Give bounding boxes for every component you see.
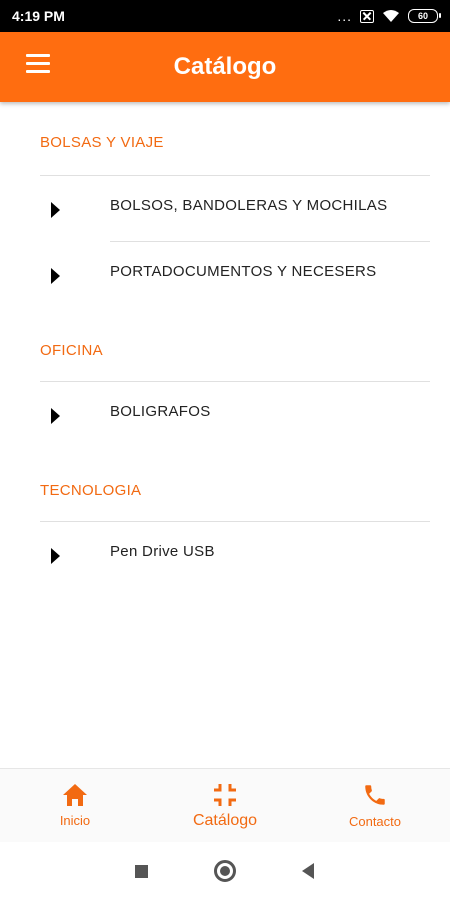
section-tecnologia: TECNOLOGIA <box>0 482 450 499</box>
nav-label: Inicio <box>59 813 91 828</box>
arrow-right-icon <box>51 202 60 218</box>
nav-contacto[interactable]: Contacto <box>300 769 450 842</box>
section-oficina: OFICINA <box>0 342 450 359</box>
section-bolsas-y-viaje: BOLSAS Y VIAJE <box>0 134 450 151</box>
app-bar: Catálogo <box>0 32 450 102</box>
back-button[interactable] <box>288 851 328 891</box>
bottom-navigation: Inicio Catálogo Contacto <box>0 768 450 842</box>
system-navigation <box>0 842 450 900</box>
list-item-label: BOLIGRAFOS <box>110 403 211 420</box>
page-title: Catálogo <box>173 53 277 80</box>
nav-catalogo[interactable]: Catálogo <box>150 769 300 842</box>
circle-icon <box>213 860 236 882</box>
arrow-right-icon <box>51 548 60 564</box>
list-item-portadocumentos[interactable]: PORTADOCUMENTOS Y NECESERS <box>0 242 450 308</box>
back-triangle-icon <box>302 863 315 879</box>
list-item-label: BOLSOS, BANDOLERAS Y MOCHILAS <box>110 197 388 214</box>
collapse-icon <box>214 783 236 806</box>
section-title: OFICINA <box>40 342 103 359</box>
list-item-pen-drive[interactable]: Pen Drive USB <box>0 522 450 588</box>
list-item-label: Pen Drive USB <box>110 543 215 560</box>
overflow-dots: ... <box>337 8 352 24</box>
wifi-icon <box>383 10 399 22</box>
arrow-right-icon <box>51 268 60 284</box>
nav-label: Catálogo <box>192 811 258 829</box>
nav-inicio[interactable]: Inicio <box>0 769 150 842</box>
section-title: TECNOLOGIA <box>40 482 142 499</box>
list-item-boligrafos[interactable]: BOLIGRAFOS <box>0 382 450 448</box>
status-bar: 4:19 PM ... 60 <box>0 0 450 32</box>
hamburger-menu-icon[interactable] <box>22 54 58 84</box>
list-item-bolsos[interactable]: BOLSOS, BANDOLERAS Y MOCHILAS <box>0 176 450 242</box>
status-time: 4:19 PM <box>12 8 65 24</box>
section-title: BOLSAS Y VIAJE <box>40 134 164 151</box>
square-icon <box>135 864 149 878</box>
phone-icon <box>365 785 385 805</box>
recent-apps-button[interactable] <box>122 851 162 891</box>
home-button[interactable] <box>205 851 245 891</box>
sim-off-icon <box>360 9 374 23</box>
battery-icon: 60 <box>408 9 441 23</box>
nav-label: Contacto <box>348 814 402 829</box>
home-icon <box>63 784 87 806</box>
arrow-right-icon <box>51 408 60 424</box>
list-item-label: PORTADOCUMENTOS Y NECESERS <box>110 263 377 280</box>
status-icons: ... 60 <box>337 8 441 24</box>
battery-level: 60 <box>417 11 428 21</box>
